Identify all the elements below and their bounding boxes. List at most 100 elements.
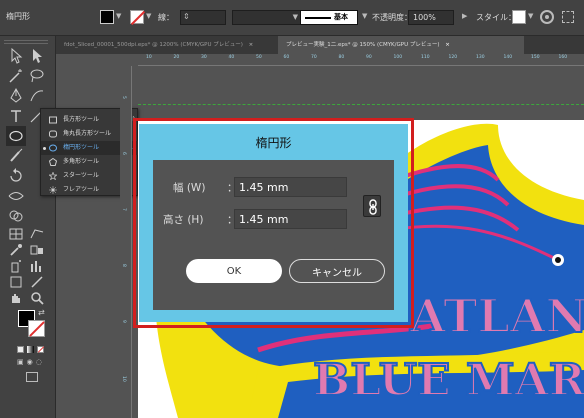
current-tool-name: 楕円形: [6, 12, 30, 21]
active-tool-indicator: [43, 147, 46, 150]
rounded-rectangle-icon: [49, 130, 57, 138]
artwork-text-line2: BLUE MAR: [313, 355, 584, 406]
draw-modes-icon[interactable]: ▣◉◌: [17, 358, 47, 366]
chevron-down-icon[interactable]: ▼: [528, 12, 533, 20]
document-tab-active[interactable]: プレビュー実験_1二.eps* @ 150% (CMYK/GPU プレビュー) …: [278, 36, 524, 54]
flyout-item-label: スターツール: [63, 172, 99, 179]
type-tool-icon[interactable]: [6, 106, 26, 126]
ruler-tick-label: 100: [393, 55, 403, 60]
polygon-icon: [49, 158, 57, 166]
selection-tool-icon[interactable]: [6, 46, 26, 66]
ellipse-tool-icon[interactable]: [6, 126, 26, 146]
magic-wand-tool-icon[interactable]: [6, 66, 26, 86]
height-field[interactable]: [234, 209, 347, 229]
ruler-tick-labels: 10 20 30 40 50 60 70 80 90 100 110 120 130 140 150 160: [138, 55, 584, 65]
cancel-button[interactable]: キャンセル: [289, 259, 385, 283]
ruler-tick-label: 10: [146, 55, 152, 60]
brush-definition-dropdown[interactable]: 基本: [300, 10, 358, 25]
ruler-tick-label: 5: [121, 96, 126, 99]
height-label: 高さ (H): [163, 214, 204, 226]
chevron-down-icon[interactable]: ▼: [293, 13, 298, 21]
style-label: スタイル：: [476, 13, 516, 22]
recolor-artwork-icon[interactable]: [540, 10, 554, 24]
panel-grip[interactable]: [4, 40, 48, 44]
curvature-tool-icon[interactable]: [27, 86, 47, 106]
ruler-tick-label: 20: [173, 55, 180, 60]
document-tab-bar: fdot_Sliced_00001_500dpi.eps* @ 1200% (C…: [56, 36, 584, 54]
direct-selection-tool-icon[interactable]: [27, 46, 47, 66]
stroke-color-large[interactable]: [28, 320, 45, 337]
dialog-title: 楕円形: [255, 136, 292, 150]
swap-fill-stroke-icon[interactable]: ⇄: [38, 308, 45, 317]
opacity-field[interactable]: 100%: [408, 10, 454, 25]
flyout-item-label: 楕円形ツール: [63, 144, 100, 151]
stroke-label: 線：: [158, 13, 174, 22]
ruler-tick-label: 6: [121, 152, 126, 155]
ruler-tick-label: 9: [121, 320, 126, 323]
ruler-tick-label: 70: [311, 55, 317, 60]
brush-definition-label: 基本: [334, 13, 348, 21]
document-setup-icon[interactable]: [562, 11, 574, 23]
flyout-item-label: フレアツール: [63, 186, 100, 193]
graphic-style-swatch[interactable]: [512, 10, 526, 24]
ruler-tick-label: 110: [421, 55, 430, 60]
ellipse-dialog: 楕円形 幅 (W) ： 高さ (H) ： OK キャンセル: [139, 124, 408, 322]
width-field[interactable]: [234, 177, 347, 197]
ruler-tick-label: 30: [201, 55, 207, 60]
tab-label: プレビュー実験_1二.eps* @ 150% (CMYK/GPU プレビュー): [286, 42, 440, 48]
tools-panel: ⇄ ▣◉◌: [0, 36, 56, 418]
control-bar: 楕円形 ▼ ▼ 線： ⇕ ▼ 基本 ▼ 不透明度： 100% ▶ スタイル： ▼: [0, 0, 584, 36]
stroke-color-swatch[interactable]: [130, 10, 144, 24]
lasso-tool-icon[interactable]: [27, 66, 47, 86]
flyout-item-label: 多角形ツール: [63, 158, 100, 165]
tab-label: fdot_Sliced_00001_500dpi.eps* @ 1200% (C…: [64, 42, 243, 48]
chevron-down-icon[interactable]: ▼: [116, 12, 121, 20]
width-label: 幅 (W): [173, 182, 206, 194]
screen-mode-icon[interactable]: [26, 372, 38, 382]
zoom-tool-icon[interactable]: [27, 288, 47, 308]
ruler-tick-label: 50: [256, 55, 262, 60]
close-icon[interactable]: ×: [249, 42, 254, 48]
chevron-right-icon[interactable]: ▶: [462, 12, 467, 20]
ruler-tick-label: 150: [531, 55, 540, 60]
ruler-tick-label: 10: [121, 376, 126, 382]
ruler-tick-label: 90: [366, 55, 372, 60]
ruler-tick-label: 140: [503, 55, 513, 60]
stroke-weight-field[interactable]: ⇕: [180, 10, 226, 25]
width-tool-icon[interactable]: [6, 186, 26, 206]
hand-tool-icon[interactable]: [6, 288, 26, 308]
ellipse-icon: [49, 144, 57, 152]
flyout-item-label: 長方形ツール: [63, 116, 100, 123]
star-icon: [49, 172, 57, 180]
constrain-proportions-button[interactable]: [363, 195, 381, 217]
artwork-text-line1: ATLAN: [409, 289, 584, 343]
ok-button[interactable]: OK: [186, 259, 282, 283]
pen-tool-icon[interactable]: [6, 86, 26, 106]
gradient-mode-icon[interactable]: [27, 346, 34, 353]
color-mode-icon[interactable]: [17, 346, 24, 353]
variable-width-dropdown[interactable]: ▼: [232, 10, 302, 25]
opacity-label: 不透明度：: [372, 13, 412, 22]
document-tab[interactable]: fdot_Sliced_00001_500dpi.eps* @ 1200% (C…: [56, 36, 278, 54]
ruler-tick-label: 7: [121, 208, 126, 211]
none-mode-icon[interactable]: [37, 346, 44, 353]
flare-icon: [49, 186, 57, 194]
ruler-tick-label: 120: [448, 55, 458, 60]
fill-color-swatch[interactable]: [100, 10, 114, 24]
ruler-tick-label: 40: [228, 55, 235, 60]
chevron-down-icon[interactable]: ▼: [146, 12, 151, 20]
vertical-ruler[interactable]: 5 6 7 8 9 10: [120, 66, 132, 418]
ruler-tick-label: 60: [283, 55, 290, 60]
shape-builder-tool-icon[interactable]: [6, 206, 26, 226]
horizontal-ruler[interactable]: 10 20 30 40 50 60 70 80 90 100 110 120 130 140 150 160: [138, 54, 584, 66]
ruler-tick-label: 8: [121, 264, 126, 267]
rotate-tool-icon[interactable]: [6, 166, 26, 186]
spinner-icon[interactable]: ⇕: [183, 12, 190, 21]
ruler-tick-label: 130: [476, 55, 485, 60]
close-icon[interactable]: ×: [445, 42, 450, 48]
ruler-tick-label: 80: [338, 55, 345, 60]
chevron-down-icon[interactable]: ▼: [362, 12, 367, 20]
flyout-item-label: 角丸長方形ツール: [63, 130, 112, 137]
paintbrush-tool-icon[interactable]: [6, 146, 26, 166]
stroke-line-preview: [305, 17, 331, 19]
